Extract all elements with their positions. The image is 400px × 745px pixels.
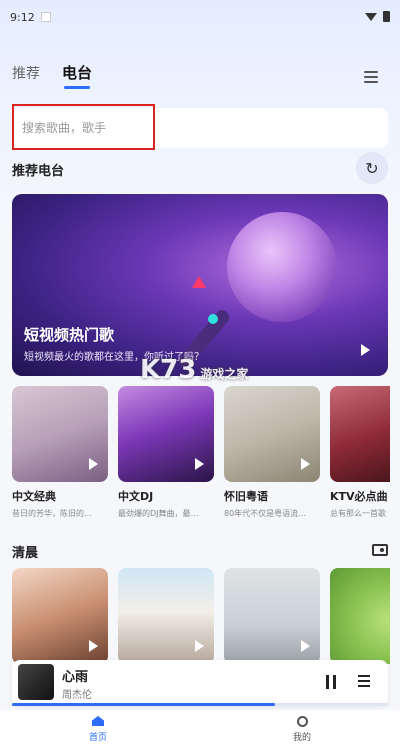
play-icon[interactable] — [361, 344, 370, 356]
play-icon[interactable] — [195, 640, 204, 652]
playlist-icon[interactable] — [358, 675, 374, 689]
bottom-nav: 首页 我的 — [0, 710, 400, 745]
play-icon[interactable] — [195, 458, 204, 470]
morning-thumb[interactable] — [12, 568, 108, 664]
banner-title: 短视频热门歌 — [24, 326, 115, 344]
decor-dot — [208, 314, 218, 324]
home-icon — [92, 716, 104, 726]
watermark-logo: K73 游戏之家 — [140, 355, 248, 385]
banner-card[interactable]: 短视频热门歌 短视频最火的歌都在这里，你听过了吗？ — [12, 194, 388, 376]
player-artist: 周杰伦 — [62, 690, 92, 701]
station-thumb[interactable] — [12, 386, 108, 482]
tab-radio[interactable]: 电台 — [62, 62, 92, 89]
nav-home[interactable]: 首页 — [68, 716, 128, 743]
highlight-box — [12, 104, 155, 150]
station-subtitle: 总有那么一首歌 — [330, 509, 386, 518]
station-subtitle: 最劲爆的DJ舞曲，最… — [118, 509, 199, 518]
radio-icon[interactable] — [372, 544, 388, 556]
station-title: 中文经典 — [12, 490, 56, 503]
section-title-morning: 清晨 — [12, 546, 39, 561]
status-time: 9:12 — [10, 10, 35, 24]
album-cover[interactable] — [18, 664, 54, 700]
station-card[interactable]: 中文经典 昔日的芳华，陈旧的… — [12, 386, 108, 519]
wifi-icon — [365, 12, 377, 21]
player-song-title: 心雨 — [62, 670, 89, 685]
play-icon[interactable] — [89, 640, 98, 652]
top-tabs: 推荐 电台 — [12, 62, 92, 89]
playback-progress[interactable] — [12, 703, 388, 706]
station-card[interactable]: 怀旧粤语 80年代不仅是粤语流… — [224, 386, 320, 519]
station-subtitle: 80年代不仅是粤语流… — [224, 509, 307, 518]
morning-card[interactable] — [12, 568, 108, 664]
station-cards-row: 中文经典 昔日的芳华，陈旧的… 中文DJ 最劲爆的DJ舞曲，最… 怀旧粤语 80… — [12, 386, 390, 519]
play-icon[interactable] — [301, 640, 310, 652]
station-title: 怀旧粤语 — [224, 490, 268, 503]
station-thumb[interactable] — [330, 386, 390, 482]
morning-cards-row — [12, 568, 390, 664]
pause-icon[interactable] — [326, 675, 336, 689]
tab-recommend[interactable]: 推荐 — [12, 63, 40, 83]
station-thumb[interactable] — [224, 386, 320, 482]
morning-card[interactable] — [330, 568, 390, 664]
status-bar: 9:12 — [0, 0, 400, 34]
battery-icon — [383, 11, 390, 22]
watermark-text: K73 — [140, 355, 197, 385]
notification-icon — [40, 12, 51, 22]
station-title: KTV必点曲 — [330, 490, 388, 503]
microphone-art — [227, 212, 337, 322]
station-card[interactable]: 中文DJ 最劲爆的DJ舞曲，最… — [118, 386, 214, 519]
decor-triangle — [192, 276, 206, 288]
play-icon[interactable] — [89, 458, 98, 470]
station-subtitle: 昔日的芳华，陈旧的… — [12, 509, 92, 518]
play-icon[interactable] — [301, 458, 310, 470]
refresh-icon[interactable]: ↻ — [356, 152, 388, 184]
section-title-recommend: 推荐电台 — [12, 164, 65, 179]
morning-thumb[interactable] — [224, 568, 320, 664]
nav-me-label: 我的 — [292, 733, 311, 743]
morning-card[interactable] — [118, 568, 214, 664]
morning-thumb[interactable] — [118, 568, 214, 664]
morning-card[interactable] — [224, 568, 320, 664]
nav-home-label: 首页 — [88, 733, 107, 743]
nav-me[interactable]: 我的 — [272, 716, 332, 743]
station-card[interactable]: KTV必点曲 总有那么一首歌 — [330, 386, 390, 519]
station-thumb[interactable] — [118, 386, 214, 482]
morning-thumb[interactable] — [330, 568, 390, 664]
user-icon — [296, 716, 308, 727]
playback-progress-fill — [12, 703, 276, 706]
menu-icon[interactable] — [364, 71, 378, 83]
watermark-sub: 游戏之家 — [200, 367, 249, 381]
station-title: 中文DJ — [118, 490, 154, 503]
mini-player[interactable]: 心雨 周杰伦 — [12, 660, 388, 706]
